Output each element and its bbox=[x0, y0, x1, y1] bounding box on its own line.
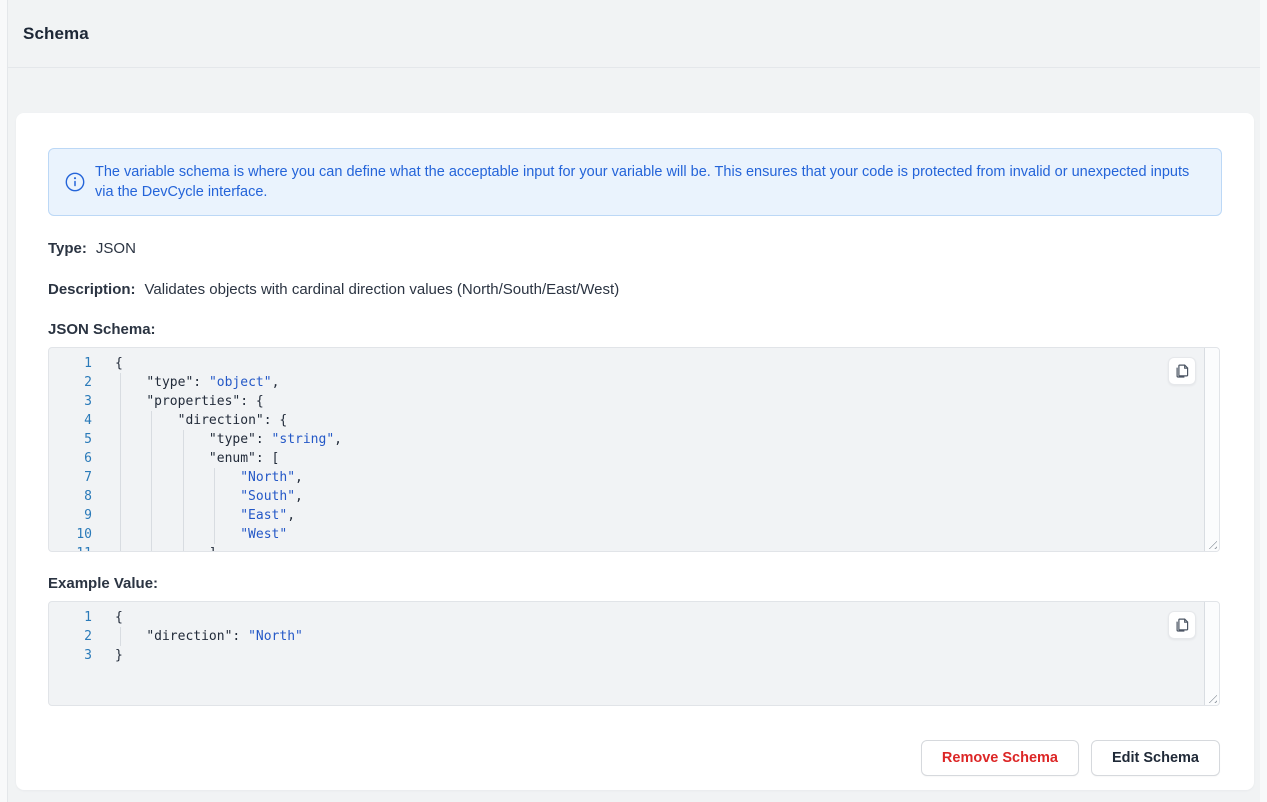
code-line: 7 "North", bbox=[49, 468, 1219, 487]
code-line: 6 "enum": [ bbox=[49, 449, 1219, 468]
edit-schema-button[interactable]: Edit Schema bbox=[1091, 740, 1220, 776]
line-number: 2 bbox=[49, 627, 92, 646]
line-number: 2 bbox=[49, 373, 92, 392]
line-number: 7 bbox=[49, 468, 92, 487]
json-schema-label: JSON Schema: bbox=[48, 321, 1222, 338]
code-lines: 1{2 "direction": "North"3} bbox=[49, 602, 1219, 665]
editor-scrollbar[interactable] bbox=[1204, 348, 1219, 551]
code-line: 8 "South", bbox=[49, 487, 1219, 506]
editor-scrollbar[interactable] bbox=[1204, 602, 1219, 705]
page-header: Schema bbox=[8, 0, 1260, 68]
page-title: Schema bbox=[23, 24, 89, 44]
copy-icon bbox=[1174, 617, 1190, 633]
page: Schema The variable schema is where you … bbox=[7, 0, 1260, 802]
info-alert: The variable schema is where you can def… bbox=[48, 148, 1222, 216]
code-line: 2 "direction": "North" bbox=[49, 627, 1219, 646]
line-number: 8 bbox=[49, 487, 92, 506]
code-line: 11 ] bbox=[49, 544, 1219, 552]
description-value: Validates objects with cardinal directio… bbox=[145, 281, 620, 298]
action-buttons: Remove Schema Edit Schema bbox=[48, 740, 1220, 776]
line-number: 3 bbox=[49, 392, 92, 411]
code-lines: 1{2 "type": "object",3 "properties": {4 … bbox=[49, 348, 1219, 552]
line-number: 1 bbox=[49, 608, 92, 627]
code-line: 3} bbox=[49, 646, 1219, 665]
remove-schema-button[interactable]: Remove Schema bbox=[921, 740, 1079, 776]
code-line: 1{ bbox=[49, 608, 1219, 627]
line-number: 10 bbox=[49, 525, 92, 544]
schema-card: The variable schema is where you can def… bbox=[16, 113, 1254, 790]
line-number: 1 bbox=[49, 354, 92, 373]
description-label: Description: bbox=[48, 281, 136, 298]
line-number: 9 bbox=[49, 506, 92, 525]
example-value-editor[interactable]: 1{2 "direction": "North"3} bbox=[48, 601, 1220, 706]
code-line: 5 "type": "string", bbox=[49, 430, 1219, 449]
code-line: 2 "type": "object", bbox=[49, 373, 1219, 392]
copy-button[interactable] bbox=[1168, 357, 1196, 385]
copy-icon bbox=[1174, 363, 1190, 379]
content: The variable schema is where you can def… bbox=[8, 113, 1260, 790]
line-number: 4 bbox=[49, 411, 92, 430]
code-line: 10 "West" bbox=[49, 525, 1219, 544]
code-line: 3 "properties": { bbox=[49, 392, 1219, 411]
description-row: Description: Validates objects with cardi… bbox=[48, 281, 1222, 298]
line-number: 3 bbox=[49, 646, 92, 665]
info-alert-text: The variable schema is where you can def… bbox=[95, 162, 1205, 202]
code-line: 1{ bbox=[49, 354, 1219, 373]
line-number: 6 bbox=[49, 449, 92, 468]
copy-button[interactable] bbox=[1168, 611, 1196, 639]
info-circle-icon bbox=[65, 172, 85, 192]
type-row: Type: JSON bbox=[48, 240, 1222, 257]
type-value: JSON bbox=[96, 240, 136, 257]
code-line: 4 "direction": { bbox=[49, 411, 1219, 430]
line-number: 5 bbox=[49, 430, 92, 449]
example-value-label: Example Value: bbox=[48, 575, 1222, 592]
code-line: 9 "East", bbox=[49, 506, 1219, 525]
line-number: 11 bbox=[49, 544, 92, 552]
json-schema-editor[interactable]: 1{2 "type": "object",3 "properties": {4 … bbox=[48, 347, 1220, 552]
type-label: Type: bbox=[48, 240, 87, 257]
